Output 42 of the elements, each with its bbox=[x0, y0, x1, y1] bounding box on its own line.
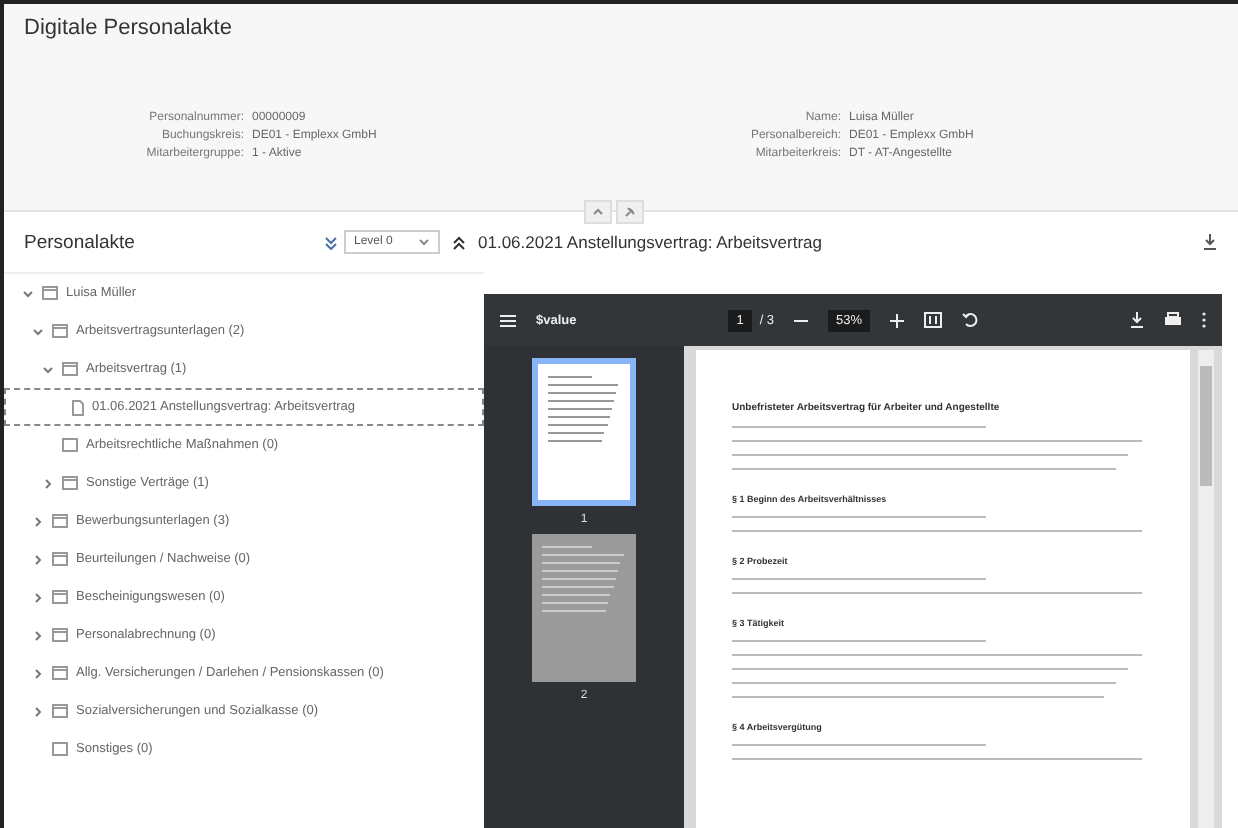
page-thumbnail[interactable] bbox=[532, 358, 636, 506]
chevron-down-icon bbox=[418, 238, 430, 246]
expand-all-icon[interactable] bbox=[324, 235, 338, 249]
folder-icon bbox=[52, 628, 68, 642]
chevron-right-icon[interactable] bbox=[32, 705, 44, 717]
collapse-all-icon[interactable] bbox=[452, 235, 466, 249]
page-thumbnail[interactable] bbox=[532, 534, 636, 682]
folder-icon bbox=[52, 742, 68, 756]
chevron-right-icon[interactable] bbox=[42, 477, 54, 489]
folder-icon bbox=[62, 362, 78, 376]
pin-button[interactable] bbox=[616, 200, 644, 224]
document-title: 01.06.2021 Anstellungsvertrag: Arbeitsvertrag bbox=[478, 232, 822, 252]
section-title: Personalakte bbox=[24, 231, 137, 253]
folder-icon bbox=[52, 666, 68, 680]
chevron-right-icon[interactable] bbox=[32, 629, 44, 641]
chevron-right-icon[interactable] bbox=[32, 667, 44, 679]
menu-icon[interactable] bbox=[500, 313, 516, 327]
folder-icon bbox=[62, 438, 78, 452]
download-icon[interactable] bbox=[1202, 234, 1218, 250]
page-title: Digitale Personalakte bbox=[24, 16, 234, 40]
chevron-down-icon[interactable] bbox=[42, 363, 54, 375]
chevron-up-icon bbox=[592, 208, 604, 216]
print-icon[interactable] bbox=[1164, 312, 1182, 328]
scrollbar[interactable] bbox=[1198, 350, 1214, 828]
rotate-icon[interactable] bbox=[962, 312, 979, 328]
folder-icon bbox=[62, 476, 78, 490]
folder-icon bbox=[52, 324, 68, 338]
folder-icon bbox=[52, 704, 68, 718]
folder-icon bbox=[52, 590, 68, 604]
collapse-button[interactable] bbox=[584, 200, 612, 224]
chevron-right-icon[interactable] bbox=[32, 591, 44, 603]
folder-icon bbox=[52, 552, 68, 566]
chevron-down-icon[interactable] bbox=[32, 325, 44, 337]
chevron-right-icon[interactable] bbox=[32, 553, 44, 565]
chevron-down-icon[interactable] bbox=[22, 287, 34, 299]
fit-page-icon[interactable] bbox=[924, 312, 943, 328]
document-icon bbox=[72, 399, 84, 415]
pin-icon bbox=[624, 206, 636, 218]
folder-icon bbox=[42, 286, 58, 300]
zoom-in-icon[interactable] bbox=[890, 313, 905, 327]
folder-icon bbox=[52, 514, 68, 528]
chevron-right-icon[interactable] bbox=[32, 515, 44, 527]
